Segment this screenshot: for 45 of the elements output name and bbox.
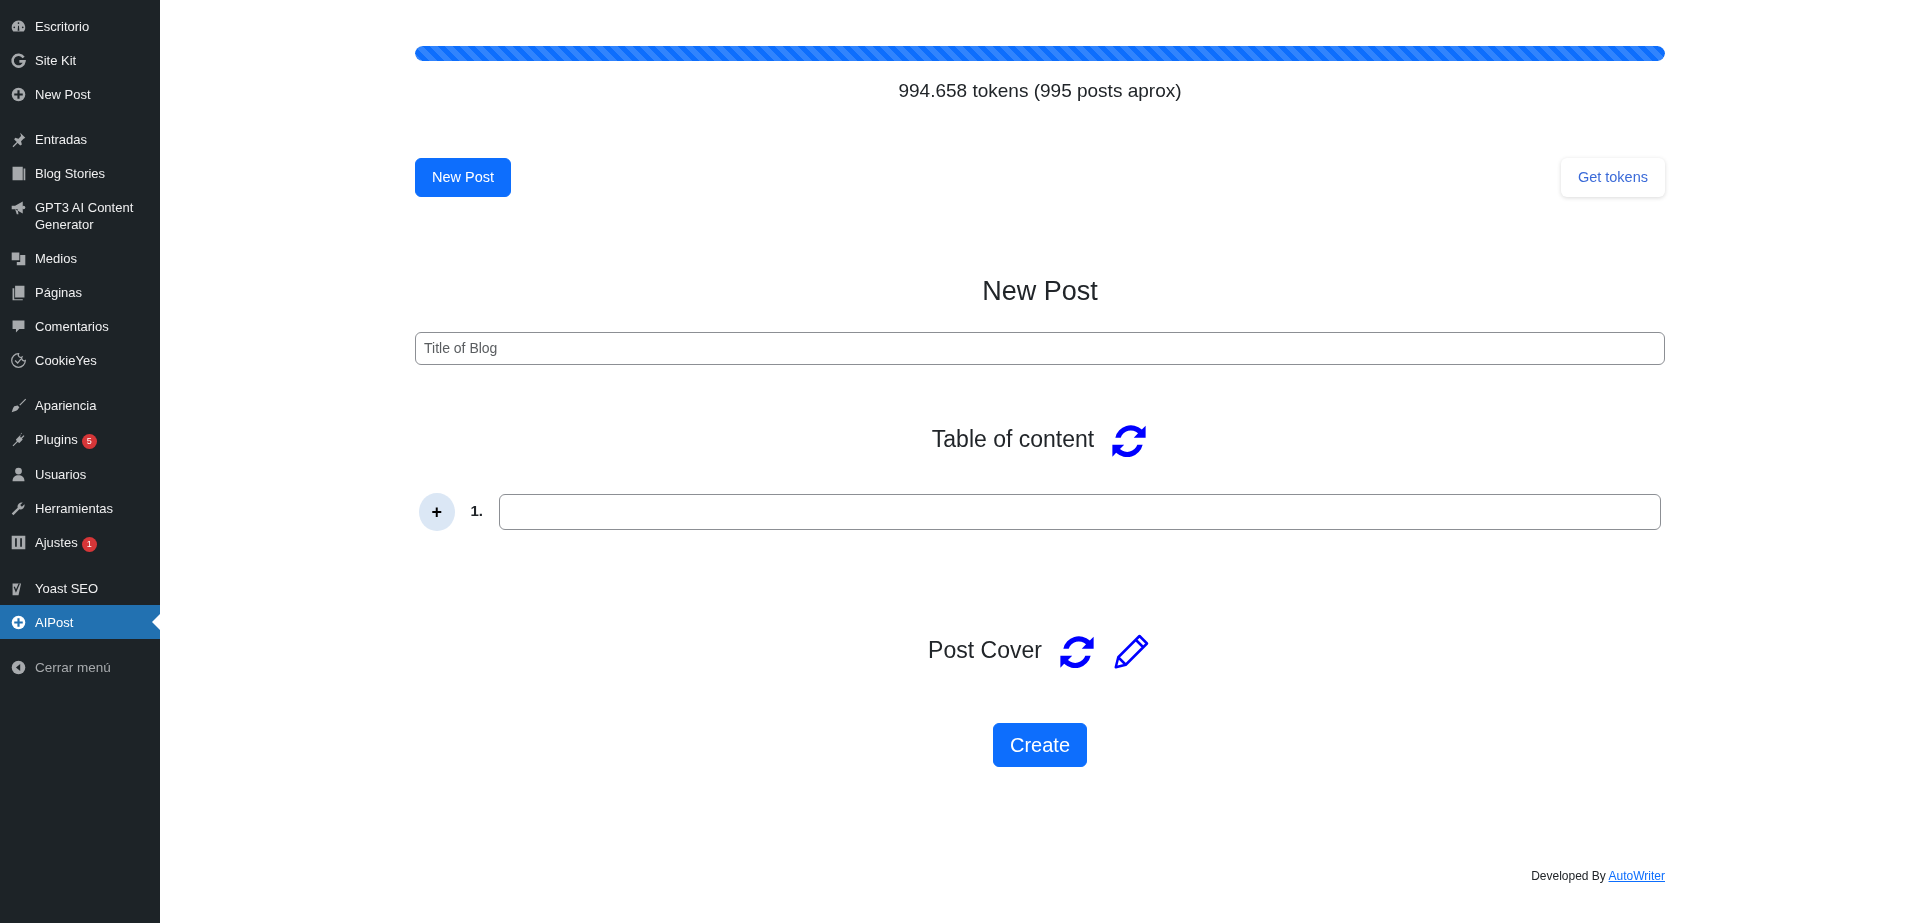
section-heading: Post Cover (928, 636, 1042, 666)
title-input[interactable]: Title of Blog (415, 331, 1665, 365)
create-button[interactable]: Create (993, 722, 1087, 767)
plus-circle-icon (10, 85, 27, 103)
person-icon (10, 465, 27, 483)
credit-text: Developed By (1531, 868, 1607, 883)
collapse-menu-button[interactable]: Cerrar menú (0, 650, 160, 684)
get-tokens-button[interactable]: Get tokens (1560, 157, 1665, 198)
sidebar-item[interactable]: Herramientas (0, 491, 160, 525)
sidebar-item[interactable]: CookieYes (0, 343, 160, 377)
sidebar-item[interactable]: Plugins 5 (0, 422, 160, 457)
count-badge: 1 (81, 536, 97, 552)
item-number: 1. (470, 501, 484, 522)
add-item-button[interactable]: + (419, 492, 455, 531)
wrench-icon (10, 499, 27, 517)
sidebar-item[interactable]: Usuarios (0, 457, 160, 491)
sidebar-item[interactable]: Páginas (0, 275, 160, 309)
pages-icon (10, 283, 27, 301)
book-icon (10, 164, 27, 182)
sidebar-item[interactable]: Medios (0, 241, 160, 275)
credit-link[interactable]: AutoWriter (1608, 868, 1665, 883)
paintbrush-icon (10, 396, 27, 414)
sidebar-item[interactable]: GPT3 AI Content Generator (0, 190, 160, 241)
pin-icon (10, 130, 27, 148)
plug-icon (10, 430, 27, 448)
sidebar-item[interactable]: AIPost (0, 605, 160, 639)
sidebar-item[interactable]: New Post (0, 77, 160, 111)
sidebar-item[interactable]: Site Kit (0, 43, 160, 77)
sliders-icon (10, 533, 27, 551)
sidebar-item[interactable]: Yoast SEO (0, 571, 160, 605)
sidebar-item[interactable]: Entradas (0, 122, 160, 156)
form-heading: New Post (981, 275, 1099, 308)
new-post-button[interactable]: New Post (415, 157, 512, 198)
count-badge: 5 (81, 433, 97, 449)
cookie-check-icon (10, 351, 27, 369)
sidebar-item[interactable]: Comentarios (0, 309, 160, 343)
section-heading: Table of content (931, 425, 1095, 455)
toc-item-input[interactable] (499, 493, 1661, 530)
sidebar-item[interactable]: Escritorio (0, 9, 160, 43)
sidebar-item[interactable]: Apariencia (0, 388, 160, 422)
sidebar-item[interactable]: Ajustes 1 (0, 525, 160, 560)
sidebar-item[interactable]: Blog Stories (0, 156, 160, 190)
plus-circle-icon (10, 613, 27, 631)
token-count: 994.658 tokens (995 posts aprox) (897, 79, 1183, 103)
letter-g-icon (10, 51, 27, 69)
